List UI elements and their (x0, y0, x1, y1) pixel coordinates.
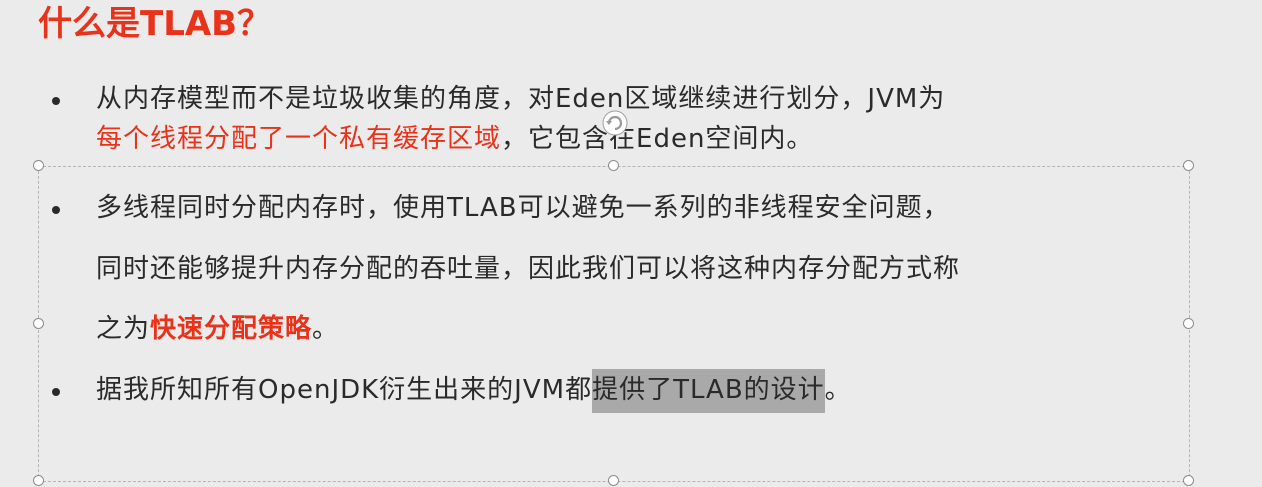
bullet-1-dot (52, 97, 60, 105)
text-run: 同时还能够提升内存分配的吞吐量，因此我们可以将这种内存分配方式称 (96, 254, 961, 284)
resize-handle-top-middle[interactable] (608, 160, 619, 171)
text-run: 多线程同时分配内存时，使用TLAB可以避免一系列的非线程安全问题， (96, 193, 950, 223)
resize-handle-top-right[interactable] (1183, 160, 1194, 171)
emphasis-text-red: 每个线程分配了一个私有缓存区域 (96, 124, 502, 154)
bullet-1-line-1[interactable]: 从内存模型而不是垃圾收集的角度，对Eden区域继续进行划分，JVM为 (96, 79, 945, 119)
resize-handle-middle-right[interactable] (1183, 318, 1194, 329)
resize-handle-middle-left[interactable] (33, 318, 44, 329)
resize-handle-top-left[interactable] (33, 160, 44, 171)
resize-handle-bottom-middle[interactable] (608, 475, 619, 486)
resize-handle-bottom-right[interactable] (1183, 475, 1194, 486)
text-run: 从内存模型而不是垃圾收集的角度，对Eden区域继续进行划分，JVM为 (96, 84, 946, 114)
bullet-3-line-1[interactable]: 据我所知所有OpenJDK衍生出来的JVM都提供了TLAB的设计。 (96, 369, 852, 413)
text-run: 据我所知所有OpenJDK衍生出来的JVM都 (96, 375, 593, 405)
text-run: 。 (312, 314, 340, 344)
bullet-1-line-2[interactable]: 每个线程分配了一个私有缓存区域，它包含在Eden空间内。 (96, 119, 813, 159)
resize-handle-bottom-left[interactable] (33, 475, 44, 486)
text-run: 之为 (96, 314, 151, 344)
slide-canvas[interactable]: 什么是TLAB？ 从内存模型而不是垃圾收集的角度，对Eden区域继续进行划分，J… (0, 0, 1262, 487)
text-run: ，它包含在Eden空间内。 (501, 124, 814, 154)
selected-text-highlight[interactable]: 提供了TLAB的设计 (592, 369, 825, 413)
emphasis-text-red-bold: 快速分配策略 (150, 314, 313, 344)
bullet-2-dot (52, 206, 60, 214)
text-run: 。 (824, 375, 852, 405)
bullet-2-line-1[interactable]: 多线程同时分配内存时，使用TLAB可以避免一系列的非线程安全问题， (96, 188, 950, 228)
bullet-2-line-2[interactable]: 同时还能够提升内存分配的吞吐量，因此我们可以将这种内存分配方式称 (96, 249, 960, 289)
rotate-handle-icon[interactable] (600, 108, 630, 138)
bullet-3-dot (52, 388, 60, 396)
slide-title[interactable]: 什么是TLAB？ (38, 2, 271, 46)
bullet-2-line-3[interactable]: 之为快速分配策略。 (96, 309, 339, 349)
